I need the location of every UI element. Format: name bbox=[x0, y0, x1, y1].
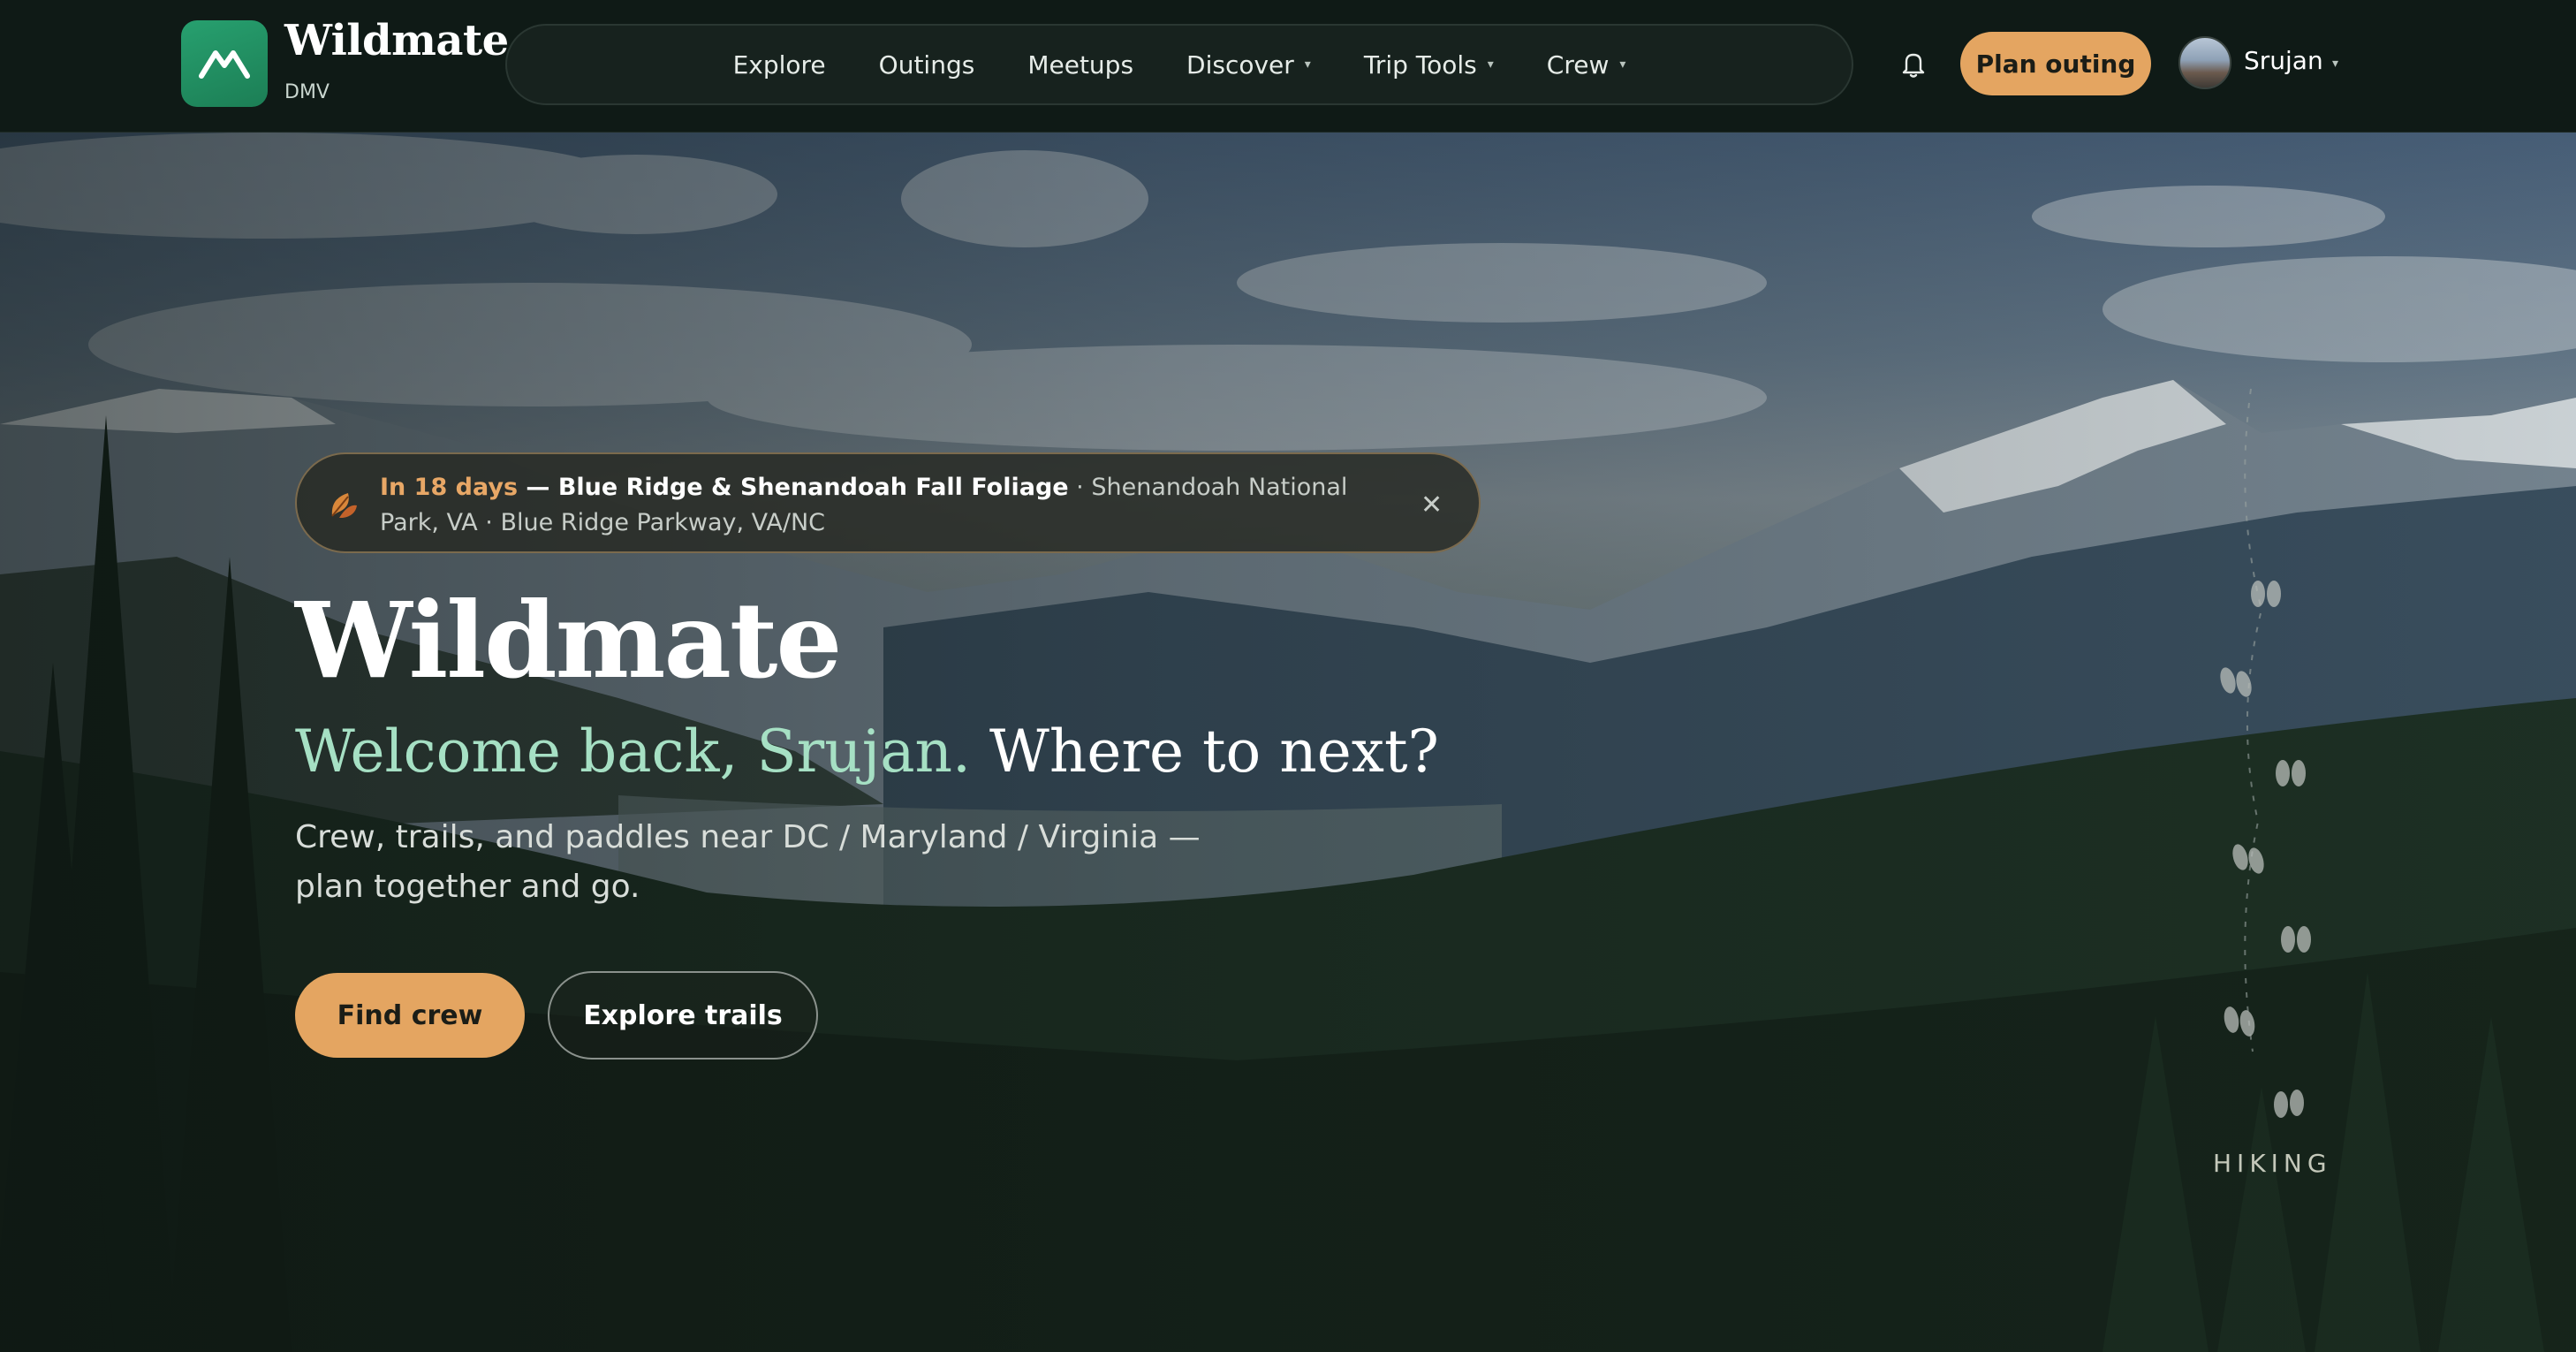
explore-trails-button[interactable]: Explore trails bbox=[548, 971, 818, 1060]
welcome-greeting: Welcome back, Srujan. bbox=[295, 718, 972, 786]
user-name[interactable]: Srujan bbox=[2244, 46, 2323, 75]
nav-item-trip-tools[interactable]: Trip Tools ▾ bbox=[1364, 50, 1494, 80]
hero-section: In 18 days — Blue Ridge & Shenandoah Fal… bbox=[0, 133, 2576, 1352]
find-crew-button[interactable]: Find crew bbox=[295, 973, 525, 1058]
bell-icon[interactable] bbox=[1896, 46, 1931, 81]
nav-item-meetups[interactable]: Meetups bbox=[1027, 50, 1133, 80]
nav-item-label: Trip Tools bbox=[1363, 49, 1477, 80]
close-icon[interactable]: ✕ bbox=[1421, 490, 1443, 520]
nav-item-label: Discover bbox=[1186, 49, 1294, 80]
hero-title: Wildmate bbox=[295, 579, 843, 702]
brand-name[interactable]: Wildmate bbox=[284, 16, 509, 65]
mountain-logo-icon[interactable] bbox=[181, 20, 268, 107]
chevron-down-icon[interactable]: ▾ bbox=[2332, 57, 2338, 71]
avatar[interactable] bbox=[2178, 36, 2231, 89]
leaf-icon bbox=[325, 486, 362, 523]
nav-item-label: Meetups bbox=[1027, 49, 1134, 80]
nav-item-label: Outings bbox=[878, 49, 975, 80]
upcoming-trip-banner[interactable]: In 18 days — Blue Ridge & Shenandoah Fal… bbox=[295, 452, 1481, 553]
welcome-heading: Welcome back, Srujan. Where to next? bbox=[295, 716, 1439, 788]
nav-item-crew[interactable]: Crew ▾ bbox=[1547, 50, 1626, 80]
main-nav: Explore Outings Meetups Discover ▾ Trip … bbox=[505, 24, 1853, 105]
banner-text: In 18 days — Blue Ridge & Shenandoah Fal… bbox=[380, 470, 1387, 541]
chevron-down-icon: ▾ bbox=[1487, 57, 1494, 72]
chevron-down-icon: ▾ bbox=[1304, 57, 1311, 72]
days-until: In 18 days bbox=[380, 474, 519, 501]
top-nav-bar: Wildmate DMV Explore Outings Meetups Dis… bbox=[0, 0, 2576, 133]
footprints-icon bbox=[2220, 388, 2311, 1118]
activity-label: HIKING bbox=[2213, 1149, 2332, 1178]
nav-item-outings[interactable]: Outings bbox=[879, 50, 975, 80]
brand-region: DMV bbox=[284, 81, 330, 103]
banner-separator: — bbox=[518, 474, 558, 501]
chevron-down-icon: ▾ bbox=[1619, 57, 1626, 72]
nav-item-label: Explore bbox=[732, 49, 826, 80]
trip-title: Blue Ridge & Shenandoah Fall Foliage bbox=[557, 474, 1069, 501]
plan-outing-button[interactable]: Plan outing bbox=[1960, 32, 2151, 95]
welcome-question: Where to next? bbox=[971, 718, 1439, 786]
hero-description: Crew, trails, and paddles near DC / Mary… bbox=[295, 819, 1201, 905]
nav-item-explore[interactable]: Explore bbox=[733, 50, 826, 80]
nav-item-discover[interactable]: Discover ▾ bbox=[1186, 50, 1311, 80]
nav-item-label: Crew bbox=[1546, 49, 1610, 80]
